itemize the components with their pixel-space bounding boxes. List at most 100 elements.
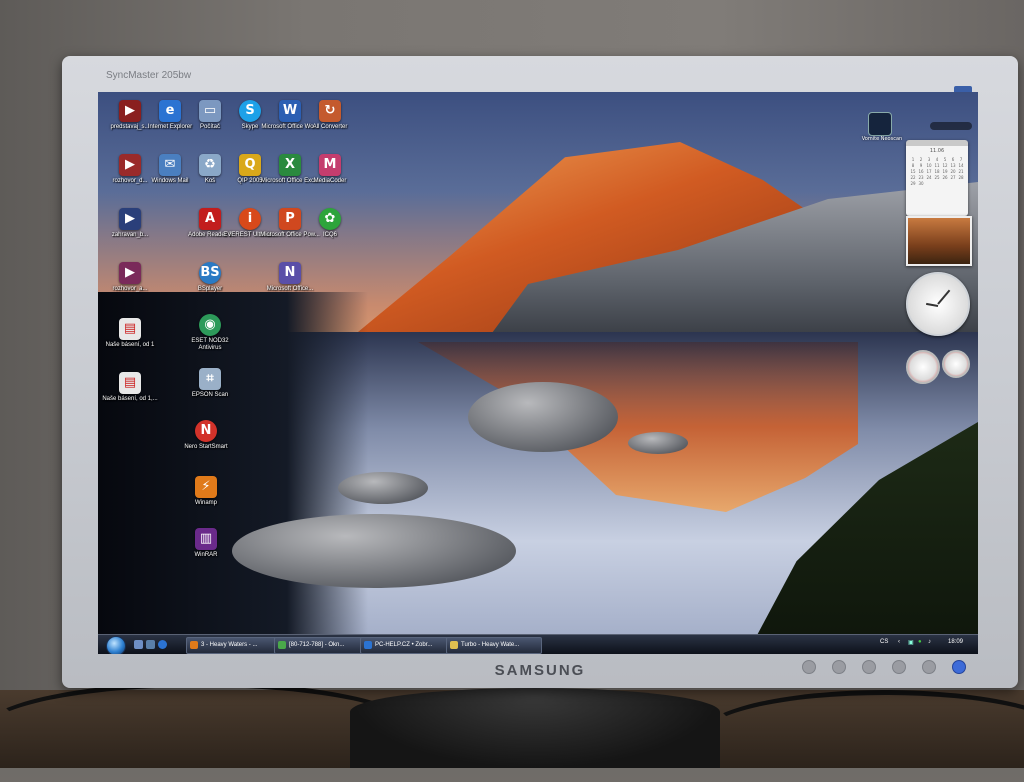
cpu-gauge-icon — [906, 350, 940, 384]
volume-icon[interactable]: ♪ — [928, 639, 931, 645]
desktop-icon[interactable]: ⚡ Winamp — [176, 476, 236, 507]
calendar-day: 15 — [910, 169, 916, 174]
window-icon — [278, 641, 286, 649]
calendar-day: 28 — [958, 175, 964, 180]
scanner-icon: ⌗ — [199, 368, 221, 390]
clock-hand — [937, 289, 951, 305]
mail-icon: ✉ — [159, 154, 181, 176]
desktop-icon[interactable]: ▥ WinRAR — [176, 528, 236, 559]
clock-gadget[interactable] — [906, 272, 970, 336]
enter-hw-button[interactable] — [892, 660, 906, 674]
video-file-icon: ▶ — [119, 154, 141, 176]
desktop-icon[interactable]: ↻ All Converter — [300, 100, 360, 131]
model-label: SyncMaster 205bw — [106, 70, 192, 81]
calendar-day: 19 — [942, 169, 948, 174]
winamp-icon — [190, 641, 198, 649]
calendar-day: 22 — [910, 175, 916, 180]
cpu-meter-gadget[interactable] — [906, 350, 970, 384]
power-button[interactable] — [952, 660, 966, 674]
mediacoder-icon: M — [319, 154, 341, 176]
calendar-day: 21 — [958, 169, 964, 174]
everest-icon: i — [239, 208, 261, 230]
office-icon: N — [279, 262, 301, 284]
desktop-icon[interactable]: M MediaCoder — [300, 154, 360, 185]
menu-hw-button[interactable] — [802, 660, 816, 674]
document-icon: ▤ — [119, 372, 141, 394]
desktop-icon[interactable]: N Microsoft Office... — [260, 262, 320, 293]
screen: ▶ predstavaj_s... e Internet Explorer ▭ Poč… — [98, 92, 978, 654]
calendar-day: 17 — [926, 169, 932, 174]
quicklaunch-ie-icon[interactable] — [158, 640, 167, 649]
switch-windows-icon[interactable] — [146, 640, 155, 649]
internet-explorer-icon: e — [159, 100, 181, 122]
taskbar-item[interactable]: [80-712-788] - Okn... — [274, 637, 370, 654]
calendar-day: 5 — [943, 157, 947, 162]
calendar-day: 3 — [927, 157, 931, 162]
calendar-day: 27 — [950, 175, 956, 180]
word-icon: W — [279, 100, 301, 122]
predstava-icon: ▶ — [119, 100, 141, 122]
weather-gadget-label: Vomite Neoscan — [861, 136, 903, 142]
calendar-day: 20 — [950, 169, 956, 174]
calendar-day: 24 — [926, 175, 932, 180]
desktop-icon[interactable]: ▤ Naše básení, od 1 — [100, 318, 160, 349]
video-file-icon: ▶ — [119, 208, 141, 230]
internet-explorer-icon — [364, 641, 372, 649]
wallpaper-stone — [468, 382, 618, 452]
slideshow-gadget[interactable] — [906, 216, 972, 266]
start-button[interactable] — [106, 636, 126, 654]
calendar-day: 2 — [919, 157, 923, 162]
calendar-day: 8 — [911, 163, 915, 168]
calendar-day: 18 — [934, 169, 940, 174]
adobe-reader-icon: A — [199, 208, 221, 230]
down-hw-button[interactable] — [832, 660, 846, 674]
sidebar-controls[interactable] — [930, 122, 972, 130]
calendar-day: 9 — [919, 163, 923, 168]
desktop-icon[interactable]: N Nero StartSmart — [176, 420, 236, 451]
wallpaper-stone — [338, 472, 428, 504]
clock[interactable]: 18:09 — [948, 639, 963, 645]
icq-flower-icon: ✿ — [319, 208, 341, 230]
calendar-day: 25 — [934, 175, 940, 180]
winamp-icon: ⚡ — [195, 476, 217, 498]
calendar-day: 6 — [951, 157, 955, 162]
calendar-day: 23 — [918, 175, 924, 180]
taskbar-item[interactable]: PC-HELP.CZ • Zobr... — [360, 637, 456, 654]
memory-gauge-icon — [942, 350, 970, 378]
up-hw-button[interactable] — [862, 660, 876, 674]
desktop-icon[interactable]: ▶ zahravan_b... — [100, 208, 160, 239]
desktop-icon[interactable]: ▤ Naše básení, od 1,... — [100, 372, 160, 403]
skype-icon: S — [239, 100, 261, 122]
calendar-day: 12 — [942, 163, 948, 168]
calendar-gadget[interactable]: 11.06 1 2 3 4 5 6 7 8 9 10 11 12 13 14 15 16 17 18 19 20 21 2… — [906, 140, 968, 216]
wallpaper-stone — [232, 514, 516, 588]
desktop-icon[interactable]: ◉ ESET NOD32 Antivirus — [180, 314, 240, 352]
network-icon[interactable]: ▣ — [908, 639, 914, 646]
desktop-icon[interactable]: ⌗ EPSON Scan — [180, 368, 240, 399]
taskbar-item[interactable]: Turbo - Heavy Wate... — [446, 637, 542, 654]
calendar-day: 14 — [958, 163, 964, 168]
show-desktop-icon[interactable] — [134, 640, 143, 649]
bsplayer-icon: BS — [199, 262, 221, 284]
auto-hw-button[interactable] — [922, 660, 936, 674]
document-icon: ▤ — [119, 318, 141, 340]
language-indicator[interactable]: CS — [880, 639, 888, 645]
taskbar: 3 - Heavy Waters - ... [80-712-788] - Ok… — [98, 634, 978, 654]
antivirus-tray-icon[interactable]: ● — [918, 639, 922, 645]
monitor-stand — [350, 688, 720, 768]
taskbar-item[interactable]: 3 - Heavy Waters - ... — [186, 637, 282, 654]
desktop-icon[interactable]: ✿ ICQ6 — [300, 208, 360, 239]
desktop-icon[interactable]: BS BSplayer — [180, 262, 240, 293]
excel-icon: X — [279, 154, 301, 176]
tray-arrow-icon[interactable]: ‹ — [898, 639, 900, 645]
powerpoint-icon: P — [279, 208, 301, 230]
weather-gadget-icon[interactable] — [868, 112, 892, 136]
calendar-day: 30 — [918, 181, 924, 186]
calendar-day: 1 — [911, 157, 915, 162]
desktop-icon[interactable]: ▶ rozhovor_a... — [100, 262, 160, 293]
calendar-day: 16 — [918, 169, 924, 174]
folder-icon — [450, 641, 458, 649]
calendar-day: 29 — [910, 181, 916, 186]
clock-hand — [926, 302, 939, 307]
converter-icon: ↻ — [319, 100, 341, 122]
